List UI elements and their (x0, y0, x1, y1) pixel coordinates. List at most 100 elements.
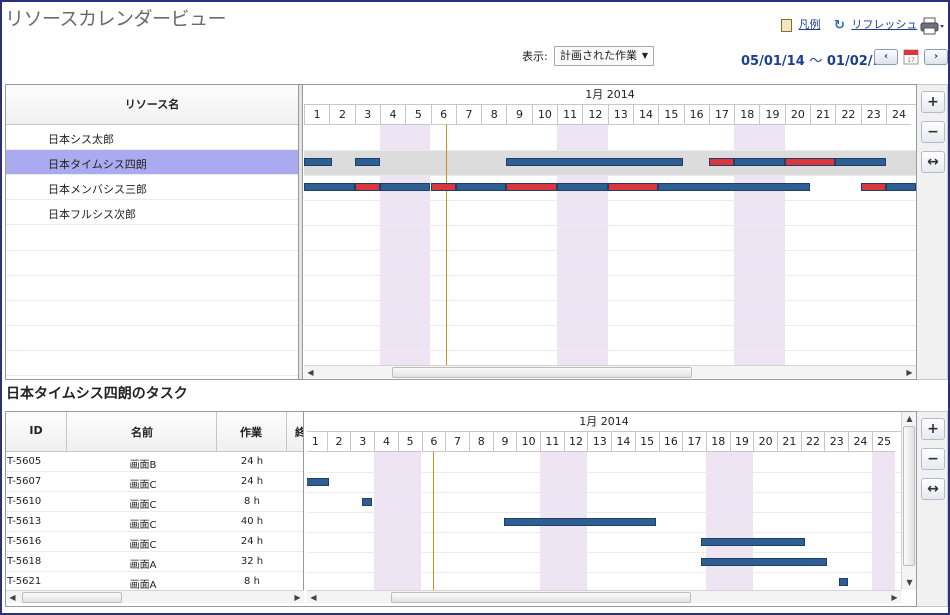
allocation-bar[interactable] (835, 158, 886, 166)
allocation-bar[interactable] (708, 158, 735, 166)
day-header: 13 (587, 432, 612, 452)
allocation-bar[interactable] (304, 183, 355, 191)
task-table-hscrollbar[interactable]: ◀ ▶ (6, 590, 304, 603)
allocation-bar[interactable] (557, 183, 608, 191)
next-button[interactable]: › (924, 49, 948, 65)
allocation-bar[interactable] (658, 183, 810, 191)
legend-label: 凡例 (798, 18, 821, 31)
fit-button[interactable]: ↔ (921, 151, 945, 173)
day-header: 6 (430, 105, 456, 125)
allocation-bar[interactable] (860, 183, 886, 191)
col-end[interactable]: 終 (287, 424, 303, 440)
day-header: 15 (658, 105, 684, 125)
day-header: 8 (481, 105, 507, 125)
fit-button[interactable]: ↔ (921, 478, 945, 500)
allocation-bar[interactable] (607, 183, 659, 191)
task-name: 画面B (129, 460, 157, 471)
scroll-thumb[interactable] (22, 592, 122, 603)
task-row[interactable]: T-5605 画面B 24 h (6, 452, 303, 472)
task-row[interactable]: T-5618 画面A 32 h (6, 552, 303, 572)
resource-row[interactable]: 日本メンバシス三郎 (6, 175, 298, 200)
allocation-bar[interactable] (354, 158, 380, 166)
day-header: 12 (582, 105, 608, 125)
vscroll-thumb[interactable] (903, 426, 915, 566)
zoom-in-button[interactable]: + (921, 91, 945, 113)
scroll-left-icon[interactable]: ◀ (6, 591, 19, 604)
allocation-bar[interactable] (455, 183, 507, 191)
allocation-bar[interactable] (784, 158, 836, 166)
resource-name-header[interactable]: リソース名 (6, 85, 298, 125)
allocation-bar[interactable] (506, 183, 557, 191)
task-bar[interactable] (838, 578, 849, 586)
scroll-left-icon[interactable]: ◀ (307, 591, 320, 604)
scroll-down-icon[interactable]: ▼ (903, 576, 916, 589)
fit-width-icon: ↔ (927, 481, 939, 497)
resource-row[interactable]: 日本タイムシス四朗 (6, 150, 298, 175)
day-header: 9 (492, 432, 517, 452)
allocation-bar[interactable] (430, 183, 456, 191)
resource-row[interactable]: 日本フルシス次郎 (6, 200, 298, 225)
print-button[interactable] (920, 16, 944, 36)
day-header: 5 (397, 432, 422, 452)
scroll-right-icon[interactable]: ▶ (888, 591, 901, 604)
task-row[interactable]: T-5613 画面C 40 h (6, 512, 303, 532)
view-select[interactable]: 計画された作業 ▼ (554, 46, 654, 66)
calendar-icon[interactable]: 17 (903, 47, 919, 65)
task-vertical-scrollbar[interactable]: ▲ ▼ (901, 412, 916, 590)
task-row[interactable]: T-5607 画面C 24 h (6, 472, 303, 492)
day-header: 12 (563, 432, 588, 452)
col-id[interactable]: ID (6, 424, 66, 437)
task-timeline: 1月 2014 1 2 3 4 5 6 7 8 9 10 11 12 13 14 15 16 17 18 19 20 2… (307, 412, 901, 590)
task-work: 24 h (240, 476, 264, 487)
allocation-bar[interactable] (885, 183, 916, 191)
zoom-in-button[interactable]: + (921, 418, 945, 440)
chevron-down-icon: ▼ (641, 51, 648, 60)
scroll-thumb[interactable] (391, 592, 691, 603)
task-row[interactable]: T-5621 画面A 8 h (6, 572, 303, 590)
day-header: 2 (329, 105, 355, 125)
splitter[interactable] (299, 85, 303, 379)
allocation-bar[interactable] (506, 158, 684, 166)
day-header: 7 (455, 105, 482, 125)
top-horizontal-scrollbar[interactable]: ◀ ▶ (304, 365, 916, 378)
refresh-icon: ↻ (834, 17, 845, 33)
day-header: 8 (468, 432, 493, 452)
task-timeline-hscrollbar[interactable]: ◀ ▶ (307, 590, 901, 603)
task-bar[interactable] (504, 518, 657, 526)
day-header: 9 (506, 105, 532, 125)
resource-row[interactable]: 日本シス太郎 (6, 125, 298, 150)
refresh-link[interactable]: ↻ リフレッシュ (834, 16, 917, 33)
task-row[interactable]: T-5610 画面C 8 h (6, 492, 303, 512)
day-header: 11 (557, 105, 583, 125)
col-name[interactable]: 名前 (67, 424, 217, 440)
task-name: 画面A (129, 580, 157, 590)
chevron-left-icon: ‹ (883, 51, 889, 62)
allocation-bar[interactable] (304, 158, 332, 166)
task-work: 32 h (240, 556, 264, 567)
scroll-up-icon[interactable]: ▲ (903, 412, 916, 425)
scroll-right-icon[interactable]: ▶ (903, 366, 916, 379)
day-header: 24 (848, 432, 872, 452)
task-work: 24 h (240, 456, 264, 467)
scroll-left-icon[interactable]: ◀ (304, 366, 317, 379)
zoom-out-button[interactable]: − (921, 448, 945, 470)
task-row[interactable]: T-5616 画面C 24 h (6, 532, 303, 552)
allocation-bar[interactable] (734, 158, 785, 166)
scroll-right-icon[interactable]: ▶ (291, 591, 304, 604)
legend-link[interactable]: 凡例 (781, 16, 821, 32)
task-bar[interactable] (701, 558, 827, 566)
task-bar[interactable] (307, 478, 330, 486)
allocation-bar[interactable] (354, 183, 380, 191)
task-bar[interactable] (701, 538, 806, 546)
plus-icon: + (927, 421, 939, 437)
allocation-bar[interactable] (379, 183, 431, 191)
col-work[interactable]: 作業 (217, 424, 285, 440)
prev-button[interactable]: ‹ (874, 49, 898, 65)
day-header: 7 (445, 432, 469, 452)
zoom-out-button[interactable]: − (921, 121, 945, 143)
scroll-thumb[interactable] (392, 367, 692, 378)
task-section-title: 日本タイムシス四朗のタスク (6, 386, 188, 402)
task-id: T-5605 (7, 456, 42, 467)
task-bar[interactable] (362, 498, 372, 506)
day-header: 20 (753, 432, 777, 452)
